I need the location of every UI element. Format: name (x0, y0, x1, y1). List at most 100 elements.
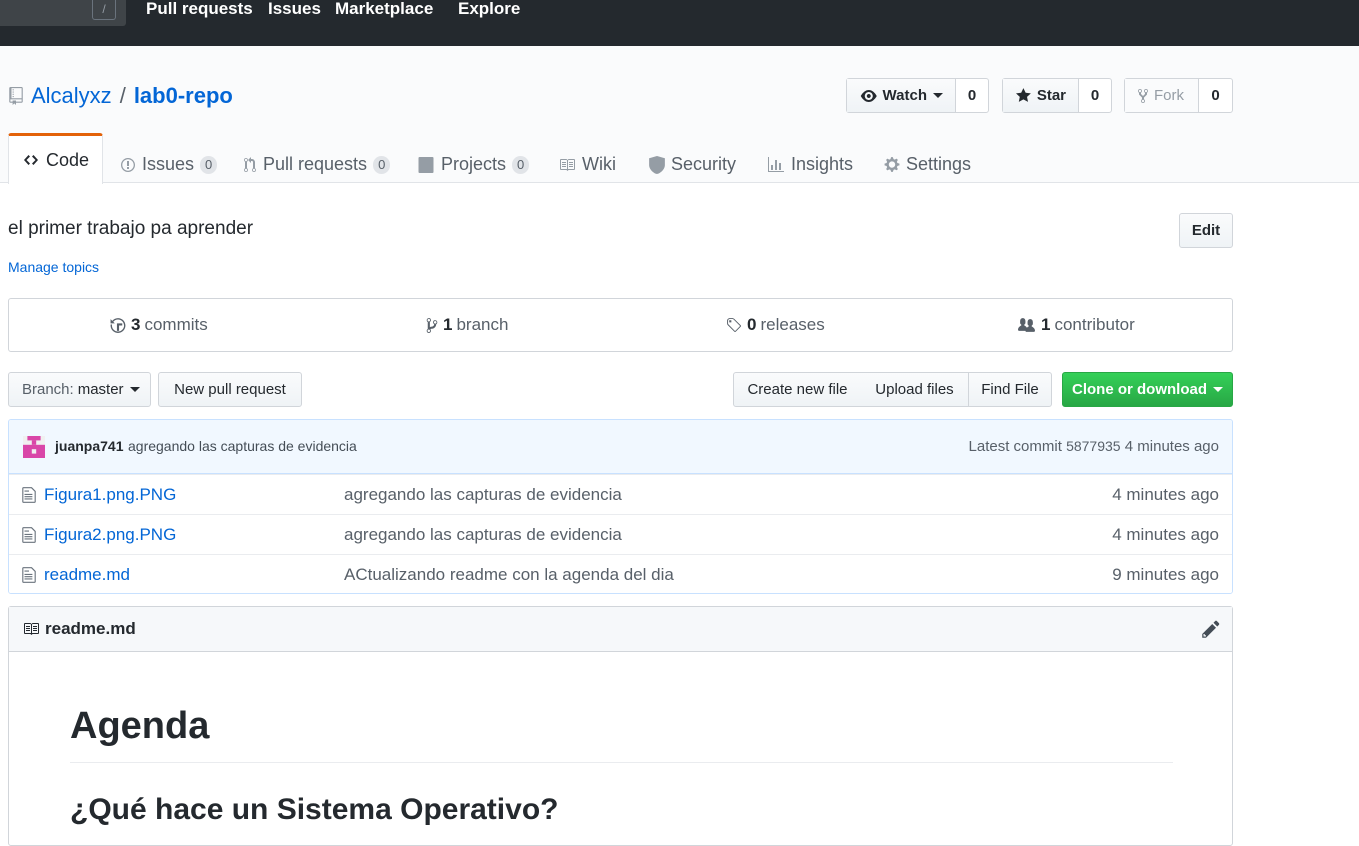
clone-or-download-button[interactable]: Clone or download (1062, 372, 1233, 407)
edit-description-button[interactable]: Edit (1179, 213, 1233, 248)
latest-commit-info: Latest commit 5877935 4 minutes ago (969, 438, 1219, 455)
branch-select-button[interactable]: Branch: master (8, 372, 151, 407)
pencil-icon[interactable] (1201, 619, 1221, 639)
file-name-link[interactable]: readme.md (44, 565, 130, 585)
readme-header: readme.md (9, 607, 1232, 652)
nav-marketplace[interactable]: Marketplace (335, 0, 433, 20)
commit-tease: juanpa741 agregando las capturas de evid… (9, 420, 1232, 474)
repo-description: el primer trabajo pa aprender (8, 218, 254, 239)
eye-icon (860, 89, 877, 102)
file-commit-message-link[interactable]: ACtualizando readme con la agenda del di… (344, 565, 674, 585)
tab-issues[interactable]: Issues 0 (120, 146, 218, 183)
branch-caret-icon (129, 387, 140, 392)
history-icon (110, 317, 126, 333)
tab-insights[interactable]: Insights (767, 146, 853, 183)
clone-caret-icon (1213, 387, 1223, 392)
file-icon (22, 567, 36, 583)
commits-link[interactable]: 3 commits (109, 299, 208, 351)
people-icon (1018, 317, 1035, 332)
watch-button[interactable]: Watch (847, 79, 956, 112)
nav-issues[interactable]: Issues (268, 0, 321, 20)
readme-title: readme.md (21, 619, 136, 639)
nav-pull-requests[interactable]: Pull requests (146, 0, 253, 20)
tab-wiki[interactable]: Wiki (558, 146, 616, 183)
branches-link[interactable]: 1 branch (425, 299, 508, 351)
tab-wiki-label: Wiki (582, 154, 616, 174)
gear-icon (884, 156, 900, 173)
shield-icon (649, 155, 665, 174)
commit-age: 4 minutes ago (1124, 438, 1219, 455)
clone-label: Clone or download (1072, 381, 1207, 398)
create-new-file-button[interactable]: Create new file (733, 372, 862, 407)
releases-label: releases (760, 315, 825, 334)
tab-projects-label: Projects (441, 154, 507, 174)
repo-header: Alcalyxz / lab0-repo Watch 0 Star 0 Fork… (0, 46, 1359, 184)
branch-prefix: Branch: (22, 381, 74, 398)
commit-sha-link[interactable]: 5877935 (1066, 438, 1121, 454)
project-icon (417, 156, 435, 173)
readme-filename: readme.md (45, 619, 136, 638)
file-list: juanpa741 agregando las capturas de evid… (8, 419, 1233, 594)
readme-heading-1: Agenda (70, 705, 1173, 763)
find-file-button[interactable]: Find File (968, 372, 1052, 407)
file-row: readme.md ACtualizando readme con la age… (9, 554, 1232, 593)
commits-label: commits (144, 315, 208, 334)
fork-button[interactable]: Fork (1125, 79, 1199, 112)
search-input[interactable]: / (0, 0, 126, 26)
tab-security-label: Security (671, 154, 737, 174)
book-icon (558, 157, 576, 173)
global-header: / Pull requests Issues Marketplace Explo… (0, 0, 1359, 46)
tab-insights-label: Insights (791, 154, 854, 174)
git-branch-icon (426, 317, 438, 333)
latest-commit-label: Latest commit (968, 438, 1062, 455)
tab-pull-requests-counter: 0 (373, 155, 391, 174)
tab-projects[interactable]: Projects 0 (417, 146, 530, 183)
star-button[interactable]: Star (1003, 79, 1079, 112)
contributors-link[interactable]: 1 contributor (1016, 299, 1135, 351)
commit-author-link[interactable]: juanpa741 (55, 438, 123, 454)
branches-label: branch (456, 315, 509, 334)
star-icon (1015, 88, 1031, 102)
file-commit-message-link[interactable]: agregando las capturas de evidencia (344, 525, 622, 545)
releases-link[interactable]: 0 releases (725, 299, 825, 351)
releases-count: 0 (747, 315, 757, 334)
tab-settings-label: Settings (906, 154, 972, 174)
graph-icon (767, 156, 785, 173)
tab-code-label: Code (45, 149, 90, 170)
git-pull-request-icon (243, 156, 257, 173)
numbers-summary: 3 commits 1 branch 0 releases 1 contribu… (8, 298, 1233, 352)
tag-icon (727, 317, 741, 332)
manage-topics-link[interactable]: Manage topics (8, 259, 99, 275)
fork-label: Fork (1154, 87, 1184, 104)
contributors-label: contributor (1054, 315, 1135, 334)
file-icon (22, 527, 36, 543)
tab-pull-requests[interactable]: Pull requests 0 (243, 146, 391, 183)
repo-icon (9, 87, 23, 105)
avatar[interactable] (23, 436, 45, 458)
star-count[interactable]: 0 (1079, 79, 1111, 112)
new-pull-request-button[interactable]: New pull request (158, 372, 302, 407)
fork-group: Fork 0 (1124, 78, 1233, 113)
code-icon (23, 155, 38, 165)
fork-count[interactable]: 0 (1199, 79, 1232, 112)
upload-files-button[interactable]: Upload files (861, 372, 969, 407)
repo-name-link[interactable]: lab0-repo (134, 82, 233, 110)
tab-code[interactable]: Code (8, 133, 103, 184)
commits-count: 3 (131, 315, 141, 334)
commit-message-link[interactable]: agregando las capturas de evidencia (128, 438, 357, 454)
file-age: 4 minutes ago (1112, 525, 1219, 544)
watch-count[interactable]: 0 (956, 79, 988, 112)
file-commit-message-link[interactable]: agregando las capturas de evidencia (344, 485, 622, 505)
tab-security[interactable]: Security (649, 146, 736, 183)
tab-settings[interactable]: Settings (884, 146, 971, 183)
repo-title: Alcalyxz / lab0-repo (8, 82, 233, 110)
file-age: 9 minutes ago (1112, 565, 1219, 584)
file-name-link[interactable]: Figura1.png.PNG (44, 485, 176, 505)
file-icon (22, 487, 36, 503)
nav-explore[interactable]: Explore (458, 0, 520, 20)
repo-separator: / (119, 83, 126, 108)
repo-owner-link[interactable]: Alcalyxz (31, 82, 112, 110)
readme-heading-2: ¿Qué hace un Sistema Operativo? (70, 793, 559, 826)
tab-issues-label: Issues (142, 154, 195, 174)
file-name-link[interactable]: Figura2.png.PNG (44, 525, 176, 545)
